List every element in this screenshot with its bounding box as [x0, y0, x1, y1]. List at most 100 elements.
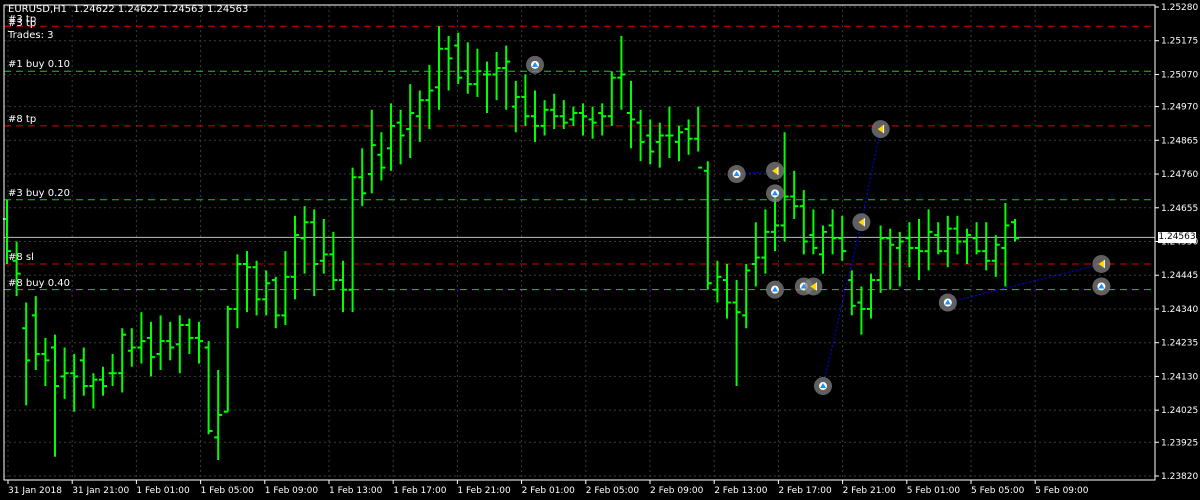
- close-arrow-icon: [871, 120, 890, 139]
- y-tick-label: 1.24865: [1161, 136, 1198, 146]
- ohlc-bar: [521, 74, 530, 126]
- ohlc-bar: [953, 215, 962, 255]
- ohlc-bar: [435, 26, 443, 110]
- ohlc-bar: [367, 109, 376, 194]
- ohlc-bar: [915, 219, 923, 281]
- ohlc-bar: [425, 64, 434, 130]
- ohlc-bar: [79, 347, 88, 396]
- price-chart[interactable]: 1.25280 1.25175 1.25070 1.24970 1.24865 1.247…: [0, 0, 1200, 500]
- close-arrow-icon: [804, 277, 823, 296]
- ohlc-bar: [60, 347, 69, 399]
- ohlc-bar: [195, 321, 203, 364]
- order-level-label: #8 buy 0.40: [8, 277, 70, 289]
- x-tick-label: 1 Feb 21:00: [457, 486, 511, 496]
- x-tick-label: 31 Jan 21:00: [72, 486, 129, 496]
- order-level-label: #8 sl: [8, 251, 34, 263]
- x-tick-label: 2 Feb 05:00: [586, 486, 640, 496]
- ohlc-bar: [377, 132, 386, 181]
- ohlc-bar: [607, 71, 616, 126]
- ohlc-bar: [214, 369, 223, 460]
- x-tick-label: 2 Feb 17:00: [778, 486, 832, 496]
- ohlc-bar: [895, 231, 904, 287]
- y-tick-label: 1.23925: [1161, 438, 1198, 448]
- y-tick-label: 1.25280: [1161, 3, 1198, 13]
- ohlc-bar: [166, 321, 175, 361]
- ohlc-bar: [991, 235, 1000, 277]
- x-tick-label: 5 Feb 01:00: [907, 486, 961, 496]
- ohlc-bar: [502, 45, 511, 110]
- ohlc-bar: [329, 231, 338, 290]
- y-tick-label: 1.23820: [1161, 472, 1198, 482]
- y-tick-label: 1.24235: [1161, 339, 1198, 349]
- ohlc-bar: [809, 209, 818, 255]
- ohlc-bar: [1001, 202, 1010, 287]
- ohlc-bar: [415, 90, 424, 142]
- buy-arrow-icon: [1092, 277, 1111, 296]
- close-arrow-icon: [852, 213, 871, 232]
- ohlc-bar: [790, 170, 799, 220]
- ohlc-bar: [291, 215, 299, 300]
- ohlc-bar: [185, 318, 194, 354]
- ohlc-bar: [684, 119, 693, 155]
- ohlc-bar: [396, 109, 405, 165]
- ohlc-bar: [243, 251, 251, 313]
- close-arrow-icon: [766, 161, 784, 180]
- ohlc-bar: [838, 215, 847, 261]
- ohlc-bar: [483, 61, 491, 114]
- ohlc-bar: [703, 161, 712, 290]
- ohlc-bar: [492, 51, 501, 101]
- trade-markers: [526, 55, 1111, 396]
- ohlc-bar: [310, 209, 319, 297]
- ohlc-bar: [89, 373, 98, 409]
- ohlc-bar: [617, 35, 626, 110]
- ohlc-bar: [70, 353, 79, 412]
- x-tick-label: 5 Feb 09:00: [1035, 486, 1089, 496]
- buy-arrow-icon: [766, 184, 784, 203]
- ohlc-bar: [751, 222, 760, 287]
- order-level-label: #8 tp: [8, 113, 37, 125]
- y-tick-label: 1.24970: [1161, 103, 1198, 113]
- x-tick-label: 1 Feb 01:00: [136, 486, 190, 496]
- ohlc-bar: [963, 228, 971, 264]
- ohlc-bar: [569, 106, 578, 126]
- ohlc-bar: [1011, 219, 1019, 242]
- ohlc-bar: [876, 225, 885, 293]
- ohlc-bar: [463, 42, 472, 94]
- y-tick-label: 1.25070: [1161, 70, 1198, 80]
- ohlc-bar: [665, 106, 674, 158]
- ohlc-bar: [694, 106, 703, 169]
- trade-path-line: [822, 128, 882, 387]
- ohlc-bar: [319, 219, 328, 274]
- ohlc-bar: [780, 132, 789, 242]
- buy-arrow-icon: [766, 280, 784, 299]
- ohlc-bar: [406, 84, 415, 158]
- ohlc-bar: [598, 103, 607, 136]
- chart-axes: 1.25280 1.25175 1.25070 1.24970 1.24865 1.247…: [3, 3, 1198, 496]
- y-tick-label: 1.24025: [1161, 406, 1198, 416]
- ohlc-bar: [828, 209, 837, 255]
- ohlc-bar: [550, 93, 559, 130]
- ohlc-bar: [99, 366, 107, 396]
- ohlc-bar: [588, 106, 597, 139]
- y-tick-label: 1.24760: [1161, 170, 1198, 180]
- y-tick-label: 1.24130: [1161, 372, 1198, 382]
- ohlc-bar: [358, 148, 367, 207]
- plot-border: [3, 4, 1156, 481]
- ohlc-bar: [175, 315, 184, 374]
- ohlc-bar: [531, 90, 539, 142]
- y-tick-label: 1.25175: [1161, 37, 1198, 47]
- ohlc-bar: [742, 263, 751, 329]
- ohlc-bar: [204, 341, 213, 435]
- order-level-label: #3 tp: [8, 14, 37, 26]
- ohlc-bar: [281, 251, 290, 326]
- ohlc-bar: [223, 305, 232, 413]
- order-level-label: #3 buy 0.20: [8, 187, 70, 199]
- ohlc-bar: [271, 276, 280, 329]
- ohlc-bar: [22, 302, 31, 406]
- ohlc-bar: [982, 222, 991, 271]
- x-tick-label: 5 Feb 05:00: [971, 486, 1025, 496]
- ohlc-bar: [540, 100, 549, 136]
- buy-arrow-icon: [526, 55, 544, 74]
- ohlc-bar: [723, 263, 731, 319]
- ohlc-bar: [655, 122, 664, 168]
